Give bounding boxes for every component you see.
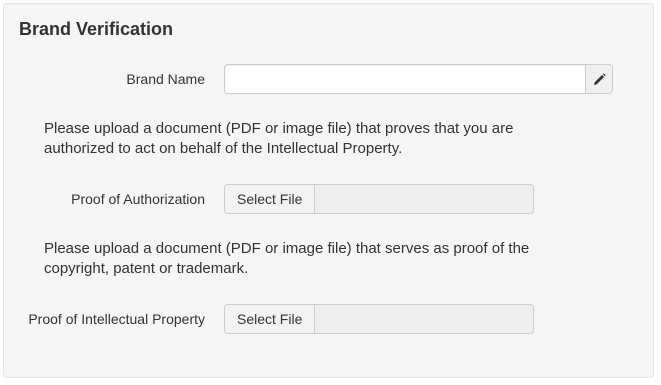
selected-file-name[interactable]: [315, 304, 534, 334]
brand-verification-panel: Brand Verification Brand Name Please upl…: [3, 3, 654, 378]
pencil-icon: [593, 72, 606, 86]
brand-name-input[interactable]: [224, 64, 585, 94]
panel-title: Brand Verification: [19, 19, 174, 39]
ip-instructions: Please upload a document (PDF or image f…: [44, 240, 530, 277]
select-file-button[interactable]: Select File: [224, 304, 316, 334]
selected-file-name[interactable]: [315, 184, 534, 214]
authorization-instructions: Please upload a document (PDF or image f…: [44, 120, 514, 157]
brand-name-input-group: [224, 64, 613, 94]
proof-of-authorization-label: Proof of Authorization: [71, 191, 205, 207]
brand-name-label: Brand Name: [126, 71, 205, 87]
select-file-button[interactable]: Select File: [224, 184, 316, 214]
edit-brand-name-button[interactable]: [585, 64, 613, 94]
proof-of-authorization-file-input: Select File: [224, 184, 534, 214]
proof-of-ip-label: Proof of Intellectual Property: [28, 311, 205, 327]
proof-of-ip-file-input: Select File: [224, 304, 534, 334]
